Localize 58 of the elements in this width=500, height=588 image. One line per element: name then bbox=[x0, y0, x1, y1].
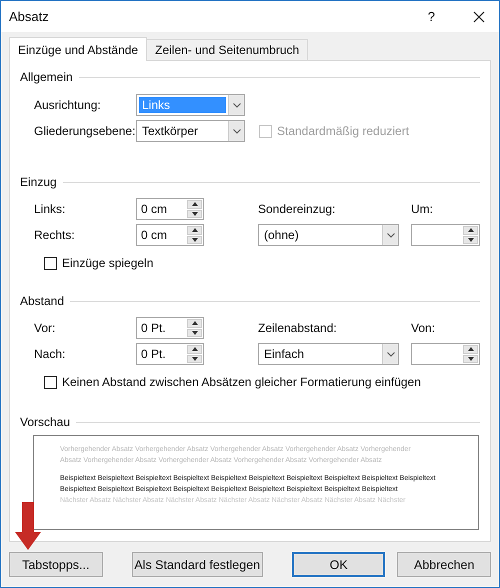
checkbox[interactable] bbox=[44, 376, 57, 388]
field-label: Sondereinzug: bbox=[258, 202, 336, 216]
field-label: Nach: bbox=[34, 347, 66, 361]
section-title: Allgemein bbox=[20, 70, 73, 84]
spin-field[interactable] bbox=[411, 343, 480, 365]
up-arrow-icon[interactable] bbox=[192, 347, 198, 352]
dropdown[interactable]: Einfach bbox=[258, 343, 399, 365]
section-title: Abstand bbox=[20, 294, 64, 308]
chevron-icon bbox=[386, 352, 394, 356]
checkbox[interactable] bbox=[44, 256, 57, 270]
tab[interactable]: Zeilen- und Seitenumbruch bbox=[146, 39, 308, 60]
field-label: Zeilenabstand: bbox=[258, 321, 338, 335]
field-label: Rechts: bbox=[34, 228, 76, 242]
down-arrow-icon[interactable] bbox=[192, 238, 198, 242]
dropdown-value: Links bbox=[139, 97, 226, 113]
section-title: Einzug bbox=[20, 175, 57, 189]
down-arrow-icon[interactable] bbox=[468, 238, 474, 242]
field-label: Vor: bbox=[34, 321, 56, 335]
chevron-icon bbox=[386, 232, 394, 238]
down-arrow-icon[interactable] bbox=[192, 356, 198, 361]
chevron-icon bbox=[232, 128, 240, 134]
down-arrow-icon[interactable] bbox=[468, 356, 474, 361]
up-arrow-icon[interactable] bbox=[192, 202, 198, 206]
up-arrow-icon[interactable] bbox=[192, 321, 198, 326]
chevron-icon bbox=[232, 102, 240, 108]
dialog-button[interactable]: Abbrechen bbox=[397, 552, 491, 577]
spin-field[interactable]: 0 Pt. bbox=[136, 317, 204, 339]
tab[interactable]: Einzüge und Abstände bbox=[9, 37, 148, 61]
field-label: Von: bbox=[411, 321, 436, 335]
dropdown[interactable]: (ohne) bbox=[258, 224, 399, 246]
down-arrow-icon[interactable] bbox=[192, 212, 198, 216]
window-title: Absatz bbox=[9, 9, 50, 24]
help-button[interactable]: ? bbox=[428, 9, 435, 24]
dropdown[interactable]: Textkörper bbox=[136, 120, 245, 142]
dialog-button[interactable]: Als Standard festlegen bbox=[132, 552, 263, 577]
spin-field[interactable]: 0 cm bbox=[136, 198, 204, 220]
field-label: Ausrichtung: bbox=[34, 98, 102, 112]
up-arrow-icon[interactable] bbox=[192, 228, 198, 232]
field-label: Links: bbox=[34, 202, 66, 216]
up-arrow-icon[interactable] bbox=[468, 228, 474, 232]
dropdown-value: Einfach bbox=[263, 346, 306, 362]
dropdown-value: (ohne) bbox=[263, 227, 300, 243]
dialog-button[interactable]: OK bbox=[292, 552, 386, 577]
field-label: Gliederungsebene: bbox=[34, 124, 136, 138]
checkbox-label: Einzüge spiegeln bbox=[62, 256, 154, 270]
up-arrow-icon[interactable] bbox=[468, 347, 474, 352]
spin-field[interactable]: 0 Pt. bbox=[136, 343, 204, 365]
arrow-icon bbox=[15, 502, 41, 550]
close-icon[interactable] bbox=[473, 10, 485, 22]
field-label: Um: bbox=[411, 202, 434, 216]
checkbox-label: Standardmäßig reduziert bbox=[277, 124, 410, 138]
down-arrow-icon[interactable] bbox=[192, 330, 198, 335]
spin-field[interactable]: 0 cm bbox=[136, 224, 204, 246]
spin-field[interactable] bbox=[411, 224, 480, 246]
dropdown-value: Textkörper bbox=[141, 123, 200, 139]
checkbox-label: Keinen Abstand zwischen Absätzen gleicher Formatierung einfügen bbox=[62, 375, 421, 389]
dialog-button[interactable]: Tabstopps... bbox=[9, 552, 103, 577]
section-title: Vorschau bbox=[20, 415, 70, 429]
